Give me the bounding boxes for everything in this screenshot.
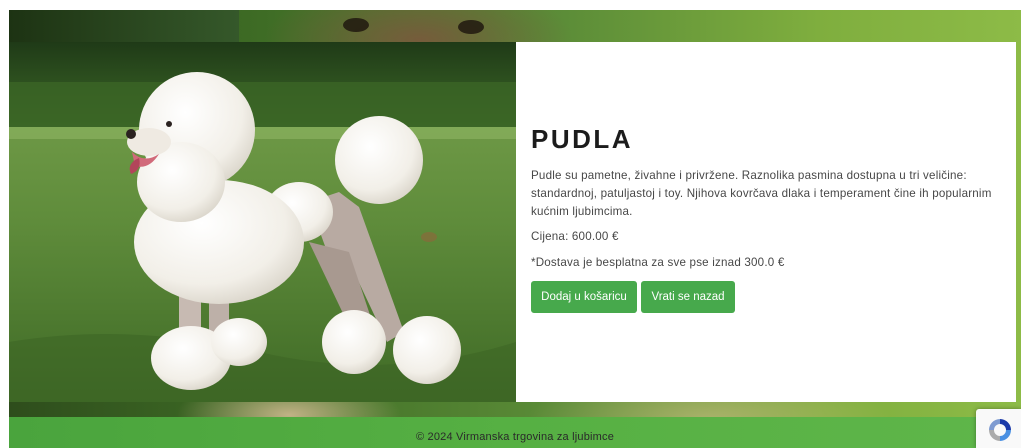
recaptcha-icon xyxy=(989,419,1011,441)
back-button[interactable]: Vrati se nazad xyxy=(641,281,735,313)
footer-copyright: © 2024 Virmanska trgovina za ljubimce xyxy=(415,431,615,443)
add-to-cart-button[interactable]: Dodaj u košaricu xyxy=(531,281,637,313)
page: PUDLA Pudle su pametne, živahne i privrž… xyxy=(0,0,1021,448)
product-title: PUDLA xyxy=(531,124,634,154)
product-description: Pudle su pametne, živahne i privržene. R… xyxy=(531,169,992,218)
product-price: Cijena: 600.00 € xyxy=(531,230,619,243)
delivery-note: *Dostava je besplatna za sve pse iznad 3… xyxy=(531,256,785,269)
footer: © 2024 Virmanska trgovina za ljubimce xyxy=(9,417,1021,448)
background-dog-eye xyxy=(343,18,369,32)
poodle-photo-icon xyxy=(9,42,516,402)
product-details-card: PUDLA Pudle su pametne, živahne i privrž… xyxy=(516,42,1016,402)
recaptcha-badge[interactable] xyxy=(976,409,1021,448)
background-shade xyxy=(9,10,239,42)
product-image xyxy=(9,42,516,402)
background-dog-eye xyxy=(458,20,484,34)
